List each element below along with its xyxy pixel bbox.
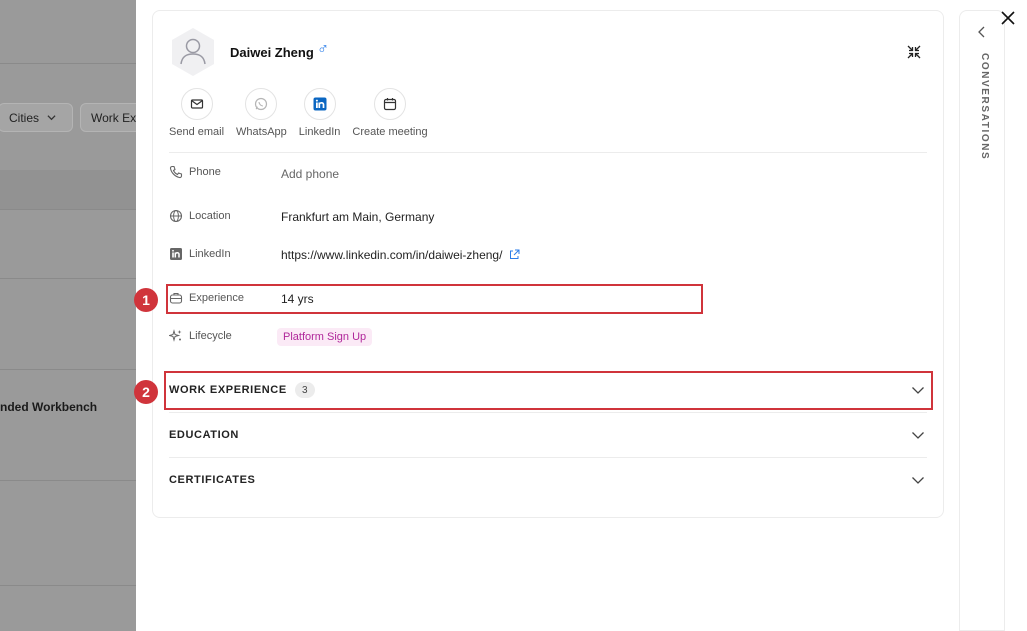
chevron-down-icon xyxy=(47,115,56,121)
bg-filter-label: Work Ex xyxy=(91,110,137,125)
linkedin-label: LinkedIn xyxy=(298,126,341,138)
location-label: Location xyxy=(189,210,231,222)
minimize-icon[interactable] xyxy=(905,43,923,61)
bg-divider xyxy=(0,63,136,64)
create-meeting-circle[interactable] xyxy=(374,88,406,120)
whatsapp-circle[interactable] xyxy=(245,88,278,120)
location-value: Frankfurt am Main, Germany xyxy=(281,210,435,224)
divider xyxy=(169,152,927,153)
send-email-circle[interactable] xyxy=(180,88,213,120)
whatsapp-button[interactable]: WhatsApp xyxy=(236,88,287,138)
phone-label: Phone xyxy=(189,166,221,178)
whatsapp-label: WhatsApp xyxy=(236,126,287,138)
certificates-section[interactable]: CERTIFICATES xyxy=(169,458,927,502)
male-gender-icon: ♂ xyxy=(317,41,329,58)
linkedin-button[interactable]: LinkedIn xyxy=(298,88,341,138)
highlight-box-work-experience xyxy=(164,371,933,410)
conversations-label[interactable]: CONVERSATIONS xyxy=(979,53,990,160)
section-title: CERTIFICATES xyxy=(169,474,256,486)
linkedin-url-link[interactable]: https://www.linkedin.com/in/daiwei-zheng… xyxy=(281,248,520,262)
highlight-box-experience xyxy=(166,284,703,314)
mail-icon xyxy=(190,99,203,109)
bg-divider xyxy=(0,369,136,370)
close-icon[interactable] xyxy=(1000,10,1016,26)
education-section[interactable]: EDUCATION xyxy=(169,413,927,457)
bg-header-band xyxy=(0,170,136,210)
calendar-icon xyxy=(383,98,397,111)
phone-icon xyxy=(169,165,183,179)
globe-icon xyxy=(169,209,183,223)
send-email-label: Send email xyxy=(169,126,225,138)
chevron-left-icon[interactable] xyxy=(975,25,989,39)
create-meeting-label: Create meeting xyxy=(352,126,428,138)
whatsapp-icon xyxy=(255,97,268,111)
linkedin-field-label: LinkedIn xyxy=(189,248,231,260)
linkedin-icon xyxy=(170,248,182,260)
contact-drawer: Daiwei Zheng ♂ Send email WhatsApp Linke… xyxy=(134,0,1027,631)
background-page xyxy=(0,0,136,631)
contact-name: Daiwei Zheng xyxy=(230,45,314,60)
chevron-down-icon[interactable] xyxy=(911,473,925,487)
annotation-marker: 2 xyxy=(134,380,158,404)
bg-filter-cities: Cities xyxy=(0,103,73,132)
bg-row-text: nded Workbench xyxy=(0,400,98,414)
linkedin-url-text[interactable]: https://www.linkedin.com/in/daiwei-zheng… xyxy=(281,248,502,262)
bg-divider xyxy=(0,480,136,481)
bg-divider xyxy=(0,209,136,210)
conversations-rail[interactable]: CONVERSATIONS xyxy=(959,10,1005,631)
sparkle-icon xyxy=(169,329,182,342)
add-phone-link[interactable]: Add phone xyxy=(281,167,339,181)
quick-actions: Send email WhatsApp LinkedIn Create meet… xyxy=(169,88,440,138)
bg-divider xyxy=(0,585,136,586)
linkedin-circle[interactable] xyxy=(303,88,336,120)
bg-filter-label: Cities xyxy=(9,110,40,125)
lifecycle-label: Lifecycle xyxy=(189,330,232,342)
annotation-marker: 1 xyxy=(134,288,158,312)
chevron-down-icon[interactable] xyxy=(911,428,925,442)
section-title: EDUCATION xyxy=(169,429,239,441)
external-link-icon[interactable] xyxy=(509,249,520,260)
send-email-button[interactable]: Send email xyxy=(169,88,224,138)
linkedin-icon xyxy=(313,97,327,111)
contact-card: Daiwei Zheng ♂ Send email WhatsApp Linke… xyxy=(152,10,944,518)
bg-divider xyxy=(0,278,136,279)
avatar-icon xyxy=(172,28,214,76)
create-meeting-button[interactable]: Create meeting xyxy=(352,88,428,138)
lifecycle-tag: Platform Sign Up xyxy=(277,328,373,346)
